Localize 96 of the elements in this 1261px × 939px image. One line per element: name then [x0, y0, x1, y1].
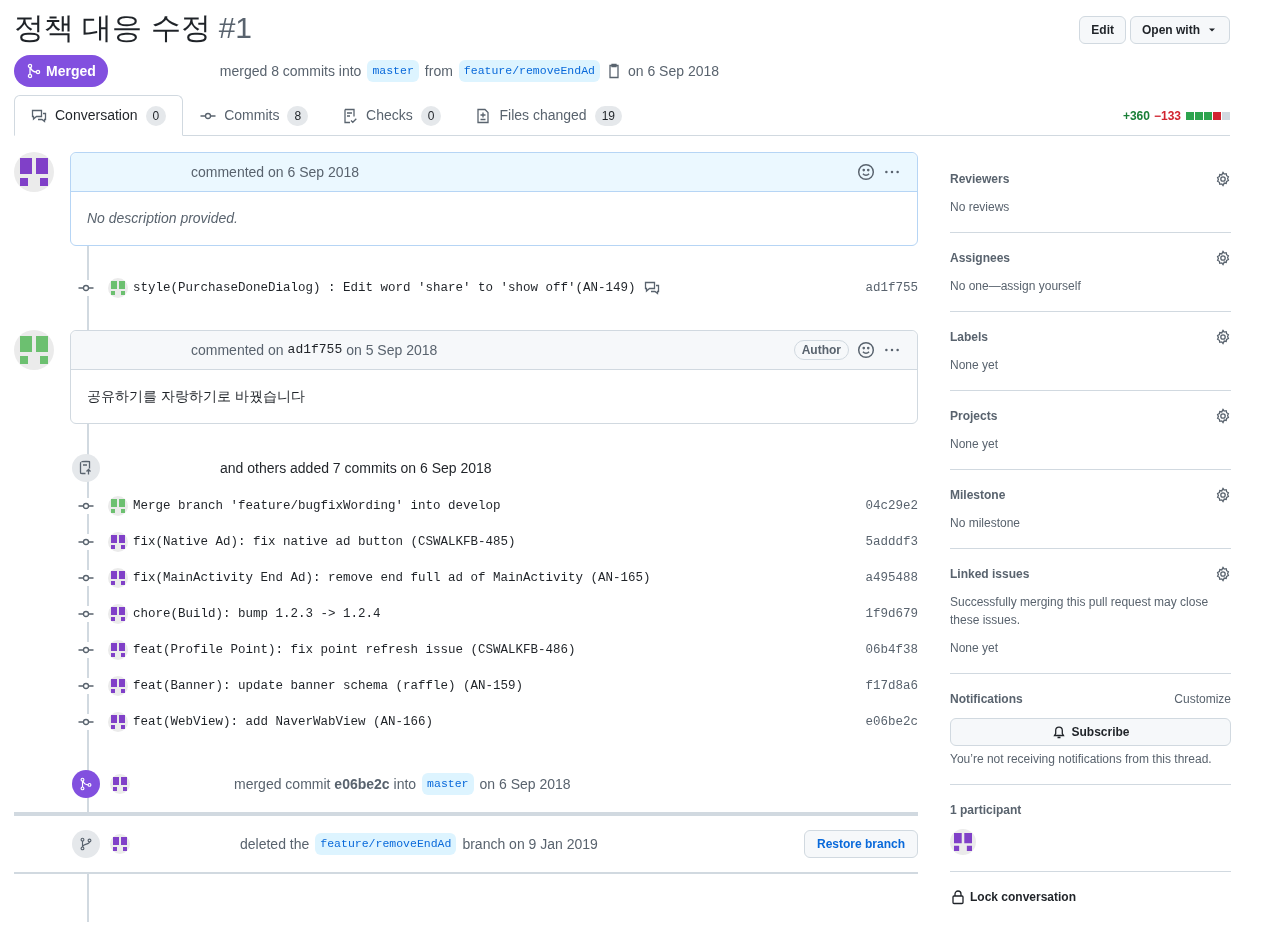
event-text: on 6 Sep 2018 [479, 774, 571, 794]
commit-sha[interactable]: 04c29e2 [865, 496, 918, 516]
commit-message[interactable]: style(PurchaseDoneDialog) : Edit word 'share' to 'show off'(AN-149) [133, 278, 636, 298]
event-text: from [424, 61, 453, 81]
avatar-icon[interactable] [111, 535, 125, 549]
lines-added: +360 [1122, 107, 1150, 125]
commit-sha[interactable]: e06be2c [865, 712, 918, 732]
tab[interactable]: Files changed 19 [458, 95, 639, 136]
diffstat-bar [1186, 111, 1230, 120]
pr-title: 정책 대응 수정 [14, 10, 211, 46]
sidebar-heading: 1 participant [950, 802, 1022, 819]
commit-message[interactable]: fix(Native Ad): fix native ad button (CSWALKFB-485) [133, 532, 516, 552]
tab[interactable]: Checks 0 [325, 95, 459, 136]
commit-sha[interactable]: ad1f755 [865, 278, 918, 298]
sidebar-heading[interactable]: Milestone [950, 486, 1006, 504]
sidebar-heading[interactable]: Reviewers [950, 170, 1010, 188]
event-text: merged 8 commits into [219, 61, 362, 81]
sidebar-heading[interactable]: Assignees [950, 249, 1011, 267]
commit-sha[interactable]: 1f9d679 [865, 604, 918, 624]
header-button[interactable]: Edit [1079, 16, 1126, 44]
event-text: merged commit e06be2c into [234, 774, 417, 794]
tab[interactable]: Conversation 0 [14, 95, 184, 136]
lock-icon [950, 889, 966, 905]
sidebar-text: No milestone [950, 515, 1022, 532]
avatar-icon[interactable] [111, 643, 125, 657]
event-text: commented on 6 Sep 2018 [191, 162, 360, 182]
repo-push-icon [72, 454, 100, 482]
settings-icon[interactable] [1215, 408, 1231, 424]
merge-icon [79, 777, 93, 791]
event-text: on 6 Sep 2018 [627, 61, 720, 81]
branch-name[interactable]: feature/removeEndAd [315, 833, 457, 855]
smiley-icon[interactable] [857, 341, 875, 359]
commit-message[interactable]: feat(WebView): add NaverWabView (AN-166) [133, 712, 434, 732]
settings-icon[interactable] [1215, 250, 1231, 266]
customize-link[interactable]: Customize [1174, 690, 1231, 708]
merged-status-badge: Merged [14, 55, 108, 87]
merge-icon [26, 63, 42, 79]
sidebar-heading[interactable]: Linked issues [950, 565, 1030, 583]
commit-sha[interactable]: 06b4f38 [865, 640, 918, 660]
branch-name[interactable]: feature/removeEndAd [458, 60, 600, 82]
commit-sha[interactable]: 5adddf3 [865, 532, 918, 552]
sidebar-text: None yet [950, 357, 1000, 374]
sidebar-text: No one—assign yourself [950, 278, 1082, 295]
sidebar-text: You’re not receiving notifications from this thread. [950, 751, 1213, 768]
comment-body: 공유하기를 자랑하기로 바꿨습니다 [86, 387, 306, 406]
sidebar-heading: Notifications [950, 691, 1023, 708]
sidebar-text: None yet [950, 436, 1000, 453]
lines-removed: −133 [1153, 107, 1181, 125]
commit-sha[interactable]: f17d8a6 [865, 676, 918, 696]
commit-message[interactable]: feat(Banner): update banner schema (raffle) (AN-159) [133, 676, 524, 696]
commit-message[interactable]: fix(MainActivity End Ad): remove end full ad of MainActivity (AN-165) [133, 568, 651, 588]
avatar-icon[interactable] [113, 777, 127, 791]
commit-message[interactable]: feat(Profile Point): fix point refresh issue (CSWALKFB-486) [133, 640, 576, 660]
avatar-icon[interactable] [20, 158, 48, 186]
branch-icon [79, 837, 93, 851]
tab-counter: 0 [420, 105, 442, 126]
commit-link[interactable]: ad1f755 [287, 340, 343, 360]
lock-conversation-link[interactable]: Lock conversation [950, 888, 1231, 906]
avatar-icon[interactable] [111, 679, 125, 693]
sidebar-heading[interactable]: Labels [950, 328, 988, 346]
branch-name[interactable]: master [367, 60, 419, 82]
sidebar-text: None yet [950, 640, 1000, 657]
tab[interactable]: Commits 8 [183, 95, 326, 136]
commit-message[interactable]: Merge branch 'feature/bugfixWording' into develop [133, 496, 501, 516]
settings-icon[interactable] [1215, 566, 1231, 582]
restore-branch-button[interactable]: Restore branch [803, 830, 918, 858]
commit-sha[interactable]: a495488 [865, 568, 918, 588]
pr-number: #1 [218, 10, 253, 46]
sidebar-text: No reviews [950, 199, 1011, 216]
branch-name[interactable]: master [422, 773, 474, 795]
sidebar-text: Successfully merging this pull request may close these issues. [950, 594, 1210, 629]
tab-counter: 0 [145, 105, 167, 126]
event-text: deleted the [240, 834, 310, 854]
header-button[interactable]: Open with [1130, 16, 1230, 44]
tab-counter: 8 [287, 105, 309, 126]
file-diff-icon [475, 107, 492, 124]
tab-counter: 19 [594, 105, 622, 126]
commit-message[interactable]: chore(Build): bump 1.2.3 -> 1.2.4 [133, 604, 381, 624]
smiley-icon[interactable] [857, 163, 875, 181]
avatar-icon[interactable] [113, 837, 127, 851]
sidebar-heading[interactable]: Projects [950, 407, 998, 425]
settings-icon[interactable] [1215, 487, 1231, 503]
settings-icon[interactable] [1215, 171, 1231, 187]
avatar-icon[interactable] [954, 833, 972, 851]
avatar-icon[interactable] [111, 715, 125, 729]
subscribe-button[interactable]: Subscribe [950, 718, 1231, 746]
event-text: on 5 Sep 2018 [346, 340, 438, 360]
settings-icon[interactable] [1215, 329, 1231, 345]
avatar-icon[interactable] [111, 571, 125, 585]
comment-body: No description provided. [86, 209, 239, 228]
checklist-icon [342, 107, 359, 124]
avatar-icon[interactable] [111, 607, 125, 621]
conversation-icon [31, 107, 47, 124]
event-text: branch on 9 Jan 2019 [462, 834, 598, 854]
event-text: commented on [191, 340, 284, 360]
event-text: and others added 7 commits on 6 Sep 2018 [220, 458, 492, 478]
